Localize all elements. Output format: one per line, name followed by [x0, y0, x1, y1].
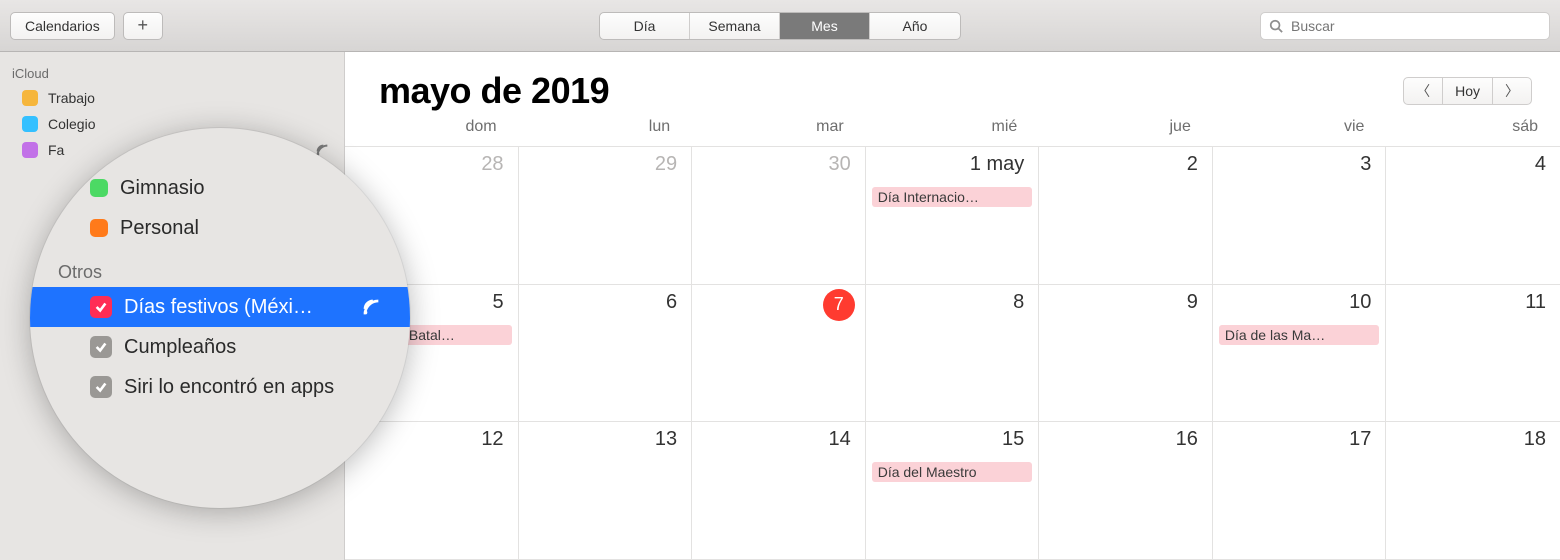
day-number: 5 [492, 291, 503, 314]
calendar-cell[interactable]: 11 [1386, 285, 1560, 423]
view-segmented-control: Día Semana Mes Año [599, 12, 961, 40]
calendar-cell[interactable]: 3 [1213, 147, 1387, 285]
lens-item-gimnasio[interactable]: Gimnasio [30, 168, 410, 208]
checkbox-checked[interactable] [90, 376, 112, 398]
calendar-cell[interactable]: 30 [692, 147, 866, 285]
calendar-header: mayo de 2019 〈 Hoy 〉 [345, 52, 1560, 118]
add-button[interactable]: + [123, 12, 163, 40]
day-number: 2 [1187, 153, 1198, 176]
lens-item-label: Siri lo encontró en apps [124, 376, 382, 399]
calendar-cell[interactable]: 14 [692, 422, 866, 560]
day-number: 4 [1535, 153, 1546, 176]
calendars-button[interactable]: Calendarios [10, 12, 115, 40]
day-number: 17 [1349, 428, 1371, 451]
segment-month[interactable]: Mes [780, 13, 870, 39]
calendar-cell[interactable]: 6 [519, 285, 693, 423]
chevron-left-icon: 〈 [1416, 81, 1430, 101]
lens-item-holidays[interactable]: Días festivos (Méxi… [30, 287, 410, 327]
calendar-cell[interactable]: 15 Día del Maestro [866, 422, 1040, 560]
day-number: 8 [1013, 291, 1024, 314]
calendar-grid: 2829301 mayDía Internacio…2345Día de la … [345, 146, 1560, 560]
lens-item-personal[interactable]: Personal [30, 208, 410, 248]
dow-label: sáb [1386, 118, 1560, 136]
calendar-cell[interactable]: 17 [1213, 422, 1387, 560]
broadcast-icon [360, 296, 382, 318]
sidebar-section-title: iCloud [0, 62, 344, 85]
dow-label: lun [519, 118, 693, 136]
day-number: 12 [481, 428, 503, 451]
day-number: 28 [481, 153, 503, 176]
month-title: mayo de 2019 [379, 70, 609, 112]
lens-item-label: Gimnasio [120, 177, 382, 200]
segment-year[interactable]: Año [870, 13, 960, 39]
lens-item-label: Días festivos (Méxi… [124, 296, 348, 319]
dow-label: mar [692, 118, 866, 136]
calendar-cell[interactable]: 7 [692, 285, 866, 423]
chevron-right-icon: 〉 [1505, 81, 1519, 101]
calendar-cell[interactable]: 2 [1039, 147, 1213, 285]
day-number: 18 [1524, 428, 1546, 451]
event-pill[interactable]: Día Internacio… [872, 187, 1033, 207]
magnifier-lens: Gimnasio Personal Otros Días festivos (M… [30, 128, 410, 508]
lens-section-title: Otros [30, 248, 410, 287]
calendar-color-swatch [90, 219, 108, 237]
sidebar-item-trabajo[interactable]: Trabajo [0, 85, 344, 111]
day-number: 14 [828, 428, 850, 451]
calendar-color-swatch [22, 90, 38, 106]
day-number: 16 [1176, 428, 1198, 451]
dow-label: jue [1039, 118, 1213, 136]
checkbox-checked[interactable] [90, 336, 112, 358]
day-number: 30 [828, 153, 850, 176]
day-of-week-row: dom lun mar mié jue vie sáb [345, 118, 1560, 146]
day-number: 6 [666, 291, 677, 314]
checkbox-checked[interactable] [90, 296, 112, 318]
segment-week[interactable]: Semana [690, 13, 780, 39]
dow-label: mié [866, 118, 1040, 136]
calendar-cell[interactable]: 29 [519, 147, 693, 285]
event-pill[interactable]: Día del Maestro [872, 462, 1033, 482]
nav-group: 〈 Hoy 〉 [1403, 77, 1532, 105]
calendar-cell[interactable]: 8 [866, 285, 1040, 423]
next-button[interactable]: 〉 [1492, 77, 1532, 105]
day-number: 13 [655, 428, 677, 451]
calendar-cell[interactable]: 13 [519, 422, 693, 560]
search-icon [1269, 19, 1283, 33]
lens-item-label: Personal [120, 217, 382, 240]
lens-item-birthdays[interactable]: Cumpleaños [30, 327, 410, 367]
lens-item-label: Cumpleaños [124, 336, 382, 359]
calendar-cell[interactable]: 1 may Día Internacio… [866, 147, 1040, 285]
day-number: 15 [1002, 428, 1024, 451]
search-field-wrap [1260, 12, 1550, 40]
lens-item-siri[interactable]: Siri lo encontró en apps [30, 367, 410, 407]
day-number: 29 [655, 153, 677, 176]
toolbar: Calendarios + Día Semana Mes Año [0, 0, 1560, 52]
calendar-cell[interactable]: 9 [1039, 285, 1213, 423]
day-number: 3 [1360, 153, 1371, 176]
calendar-color-swatch [90, 179, 108, 197]
dow-label: vie [1213, 118, 1387, 136]
prev-button[interactable]: 〈 [1403, 77, 1443, 105]
calendar-main: mayo de 2019 〈 Hoy 〉 dom lun mar mié jue… [345, 52, 1560, 560]
day-number: 1 may [970, 153, 1024, 176]
calendar-cell[interactable]: 16 [1039, 422, 1213, 560]
event-pill[interactable]: Día de las Ma… [1219, 325, 1380, 345]
day-number: 10 [1349, 291, 1371, 314]
calendar-cell[interactable]: 10 Día de las Ma… [1213, 285, 1387, 423]
today-marker: 7 [823, 289, 855, 321]
calendar-cell[interactable]: 4 [1386, 147, 1560, 285]
search-input[interactable] [1260, 12, 1550, 40]
sidebar-item-label: Trabajo [48, 90, 330, 106]
day-number: 9 [1187, 291, 1198, 314]
segment-day[interactable]: Día [600, 13, 690, 39]
day-number: 11 [1525, 291, 1546, 314]
today-button[interactable]: Hoy [1443, 77, 1492, 105]
calendar-cell[interactable]: 18 [1386, 422, 1560, 560]
